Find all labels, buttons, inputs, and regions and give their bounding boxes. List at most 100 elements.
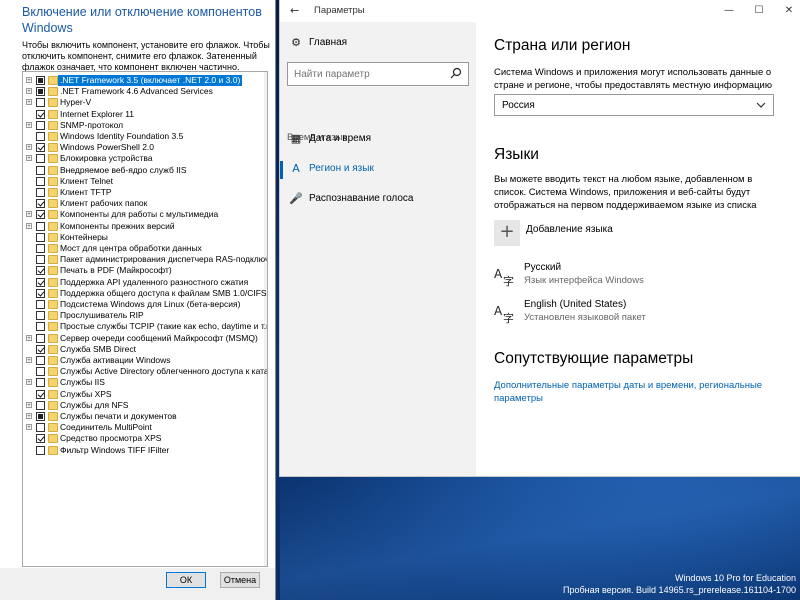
feature-item[interactable]: Поддержка API удаленного разностного сжа… [23, 277, 267, 288]
country-dropdown[interactable]: Россия [494, 94, 774, 116]
search-box[interactable] [287, 62, 469, 86]
language-item-russian[interactable]: A 字 Русский Язык интерфейса Windows [494, 262, 774, 296]
feature-item[interactable]: Поддержка общего доступа к файлам SMB 1.… [23, 288, 267, 299]
feature-item[interactable]: Internet Explorer 11 [23, 109, 267, 120]
feature-item[interactable]: + .NET Framework 3.5 (включает .NET 2.0 и… [23, 75, 267, 86]
expand-icon[interactable]: + [26, 334, 32, 342]
expand-icon[interactable]: + [26, 144, 32, 151]
expand-icon[interactable]: + [26, 77, 32, 84]
feature-checkbox[interactable] [36, 76, 45, 85]
feature-item[interactable]: Службы Active Directory облегченного дос… [23, 366, 267, 377]
feature-checkbox[interactable] [36, 154, 45, 164]
cancel-button[interactable]: Отмена [220, 572, 260, 588]
feature-checkbox[interactable] [36, 389, 45, 399]
feature-item[interactable]: Клиент Telnet [23, 176, 267, 187]
expand-icon[interactable]: + [26, 222, 32, 230]
language-item-english[interactable]: A 字 English (United States) Установлен я… [494, 299, 774, 333]
close-button[interactable]: ✕ [774, 2, 800, 20]
feature-checkbox[interactable] [36, 109, 45, 119]
expand-icon[interactable]: + [26, 88, 32, 95]
nav-item-date-time[interactable]: ▦ Дата и время [280, 127, 476, 153]
feature-item[interactable]: Мост для центра обработки данных [23, 243, 267, 254]
feature-item[interactable]: + Службы для NFS [23, 400, 267, 411]
feature-item[interactable]: Средство просмотра XPS [23, 433, 267, 444]
feature-checkbox[interactable] [36, 434, 45, 444]
feature-checkbox[interactable] [36, 333, 45, 343]
expand-icon[interactable]: + [26, 211, 32, 218]
feature-item[interactable]: Простые службы TCPIP (такие как echo, da… [23, 321, 267, 332]
feature-checkbox[interactable] [36, 322, 45, 332]
feature-checkbox[interactable] [36, 344, 45, 354]
nav-item-speech[interactable]: 🎤 Распознавание голоса [280, 187, 476, 213]
feature-item[interactable]: + Компоненты для работы с мультимедиа [23, 209, 267, 220]
expand-icon[interactable]: + [26, 379, 32, 386]
feature-checkbox[interactable] [36, 255, 45, 265]
expand-icon[interactable]: + [26, 413, 32, 420]
feature-item[interactable]: Клиент TFTP [23, 187, 267, 198]
expand-icon[interactable]: + [26, 357, 32, 364]
feature-item[interactable]: Пакет администрирования диспетчера RAS-п… [23, 254, 267, 265]
feature-item[interactable]: + Hyper-V [23, 97, 267, 108]
feature-item[interactable]: + .NET Framework 4.6 Advanced Services [23, 86, 267, 97]
feature-checkbox[interactable] [36, 445, 45, 455]
feature-item[interactable]: + Службы печати и документов [23, 411, 267, 422]
feature-checkbox[interactable] [36, 288, 45, 298]
nav-item-region-language[interactable]: А Регион и язык [280, 157, 476, 183]
feature-checkbox[interactable] [36, 221, 45, 231]
expand-icon[interactable]: + [26, 424, 32, 431]
expand-icon[interactable]: + [26, 99, 32, 106]
feature-checkbox[interactable] [36, 199, 45, 209]
feature-item[interactable]: Подсистема Windows для Linux (бета-верси… [23, 299, 267, 310]
feature-item[interactable]: Прослушиватель RIP [23, 310, 267, 321]
feature-item[interactable]: Фильтр Windows TIFF IFilter [23, 445, 267, 456]
feature-checkbox[interactable] [36, 412, 45, 421]
feature-checkbox[interactable] [36, 120, 45, 130]
feature-checkbox[interactable] [36, 232, 45, 242]
feature-checkbox[interactable] [36, 300, 45, 309]
feature-checkbox[interactable] [36, 311, 45, 321]
feature-checkbox[interactable] [36, 277, 45, 287]
feature-checkbox[interactable] [36, 423, 45, 433]
feature-checkbox[interactable] [36, 266, 45, 276]
feature-item[interactable]: Клиент рабочих папок [23, 198, 267, 209]
feature-checkbox[interactable] [36, 188, 45, 197]
feature-item[interactable]: + Службы IIS [23, 377, 267, 388]
minimize-button[interactable]: — [714, 2, 744, 20]
expand-icon[interactable]: + [26, 155, 32, 162]
feature-item[interactable]: + Служба активации Windows [23, 355, 267, 366]
feature-checkbox[interactable] [36, 356, 45, 365]
feature-checkbox[interactable] [36, 367, 45, 377]
feature-item[interactable]: Windows Identity Foundation 3.5 [23, 131, 267, 142]
feature-checkbox[interactable] [36, 143, 45, 153]
ok-button[interactable]: ОК [166, 572, 206, 588]
related-settings-link[interactable]: Дополнительные параметры даты и времени,… [494, 379, 774, 405]
features-tree[interactable]: + .NET Framework 3.5 (включает .NET 2.0 и… [22, 71, 268, 567]
back-arrow-icon[interactable]: ← [290, 4, 299, 17]
feature-checkbox[interactable] [36, 98, 45, 108]
feature-checkbox[interactable] [36, 87, 45, 97]
maximize-button[interactable]: ☐ [744, 2, 774, 20]
feature-checkbox[interactable] [36, 176, 45, 186]
search-input[interactable] [288, 63, 450, 85]
feature-checkbox[interactable] [36, 244, 45, 253]
feature-checkbox[interactable] [36, 400, 45, 410]
feature-item[interactable]: + Сервер очереди сообщений Майкрософт (MS… [23, 333, 267, 344]
feature-item[interactable]: Печать в PDF (Майкрософт) [23, 265, 267, 276]
feature-item[interactable]: + Блокировка устройства [23, 153, 267, 164]
feature-item[interactable]: + SNMP-протокол [23, 120, 267, 131]
feature-item[interactable]: Службы XPS [23, 389, 267, 400]
feature-item[interactable]: + Компоненты прежних версий [23, 221, 267, 232]
feature-checkbox[interactable] [36, 378, 45, 388]
feature-item[interactable]: Служба SMB Direct [23, 344, 267, 355]
search-icon[interactable] [450, 67, 462, 79]
feature-item[interactable]: + Windows PowerShell 2.0 [23, 142, 267, 153]
feature-item[interactable]: Контейнеры [23, 232, 267, 243]
add-language-button[interactable]: + Добавление языка [494, 220, 694, 248]
feature-item[interactable]: Внедряемое веб-ядро служб IIS [23, 165, 267, 176]
feature-checkbox[interactable] [36, 165, 45, 175]
feature-checkbox[interactable] [36, 210, 45, 220]
feature-item[interactable]: + Соединитель MultiPoint [23, 422, 267, 433]
expand-icon[interactable]: + [26, 121, 32, 129]
expand-icon[interactable]: + [26, 401, 32, 409]
nav-home[interactable]: ⚙ Главная [280, 31, 476, 57]
